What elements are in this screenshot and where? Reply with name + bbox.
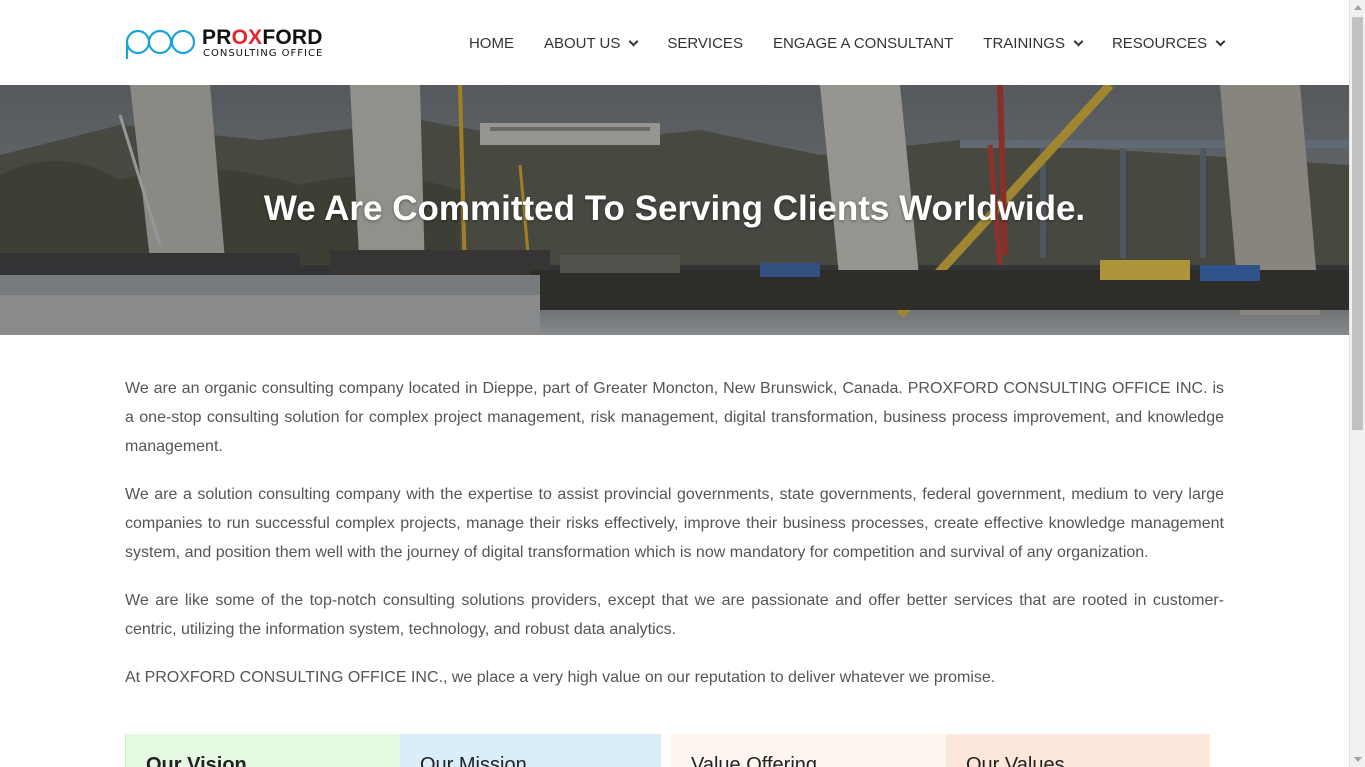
page: PROXFORD CONSULTING OFFICE HOME ABOUT US…: [0, 0, 1349, 767]
nav-item-trainings[interactable]: TRAININGS: [983, 34, 1084, 52]
scroll-down-arrow-icon[interactable]: [1354, 757, 1362, 762]
card-our-vision: Our Vision: [125, 734, 400, 767]
vertical-scrollbar[interactable]: [1349, 0, 1365, 767]
scrollbar-thumb[interactable]: [1352, 17, 1363, 430]
nav-label: TRAININGS: [983, 34, 1065, 52]
chevron-down-icon: [628, 36, 639, 46]
card-our-mission: Our Mission: [400, 734, 661, 767]
hero-title: We Are Committed To Serving Clients Worl…: [263, 189, 1086, 228]
card-value-offering: Value Offering: [671, 734, 946, 767]
chevron-down-icon: [1215, 36, 1226, 46]
chevron-down-icon: [1073, 36, 1084, 46]
nav-label: ENGAGE A CONSULTANT: [772, 34, 954, 52]
nav-label: ABOUT US: [543, 34, 621, 52]
logo-tagline: CONSULTING OFFICE: [203, 48, 324, 59]
card-title: Our Vision: [146, 754, 247, 767]
nav-label: SERVICES: [667, 34, 743, 52]
intro-paragraph: We are an organic consulting company loc…: [125, 380, 1224, 455]
nav-item-services[interactable]: SERVICES: [667, 35, 743, 52]
logo-wordmark: PROXFORD: [202, 26, 323, 49]
scroll-up-arrow-icon[interactable]: [1354, 5, 1362, 10]
card-title: Our Values: [966, 754, 1065, 767]
nav-item-home[interactable]: HOME: [469, 35, 514, 52]
card-title: Value Offering: [691, 754, 818, 767]
main-nav: HOME ABOUT US SERVICES ENGAGE A CONSULTA…: [469, 33, 1226, 53]
nav-label: RESOURCES: [1111, 34, 1207, 52]
nav-item-engage-a-consultant[interactable]: ENGAGE A CONSULTANT: [773, 35, 953, 52]
nav-item-resources[interactable]: RESOURCES: [1111, 34, 1226, 52]
promise-paragraph: At PROXFORD CONSULTING OFFICE INC., we p…: [125, 669, 996, 686]
site-header: PROXFORD CONSULTING OFFICE HOME ABOUT US…: [0, 0, 1349, 85]
logo[interactable]: PROXFORD CONSULTING OFFICE: [125, 26, 330, 62]
card-title: Our Mission: [420, 754, 527, 767]
expertise-paragraph: We are a solution consulting company wit…: [125, 486, 1224, 561]
logo-mark-icon: [125, 29, 196, 59]
hero-banner: We Are Committed To Serving Clients Worl…: [0, 85, 1349, 335]
nav-item-about-us[interactable]: ABOUT US: [543, 34, 639, 52]
nav-label: HOME: [468, 34, 514, 52]
about-content: We are an organic consulting company loc…: [125, 374, 1224, 711]
differentiation-paragraph: We are like some of the top-notch consul…: [125, 592, 1224, 638]
card-our-values: Our Values: [946, 734, 1210, 767]
value-cards: Our Vision Our Mission Value Offering Ou…: [125, 734, 1210, 767]
